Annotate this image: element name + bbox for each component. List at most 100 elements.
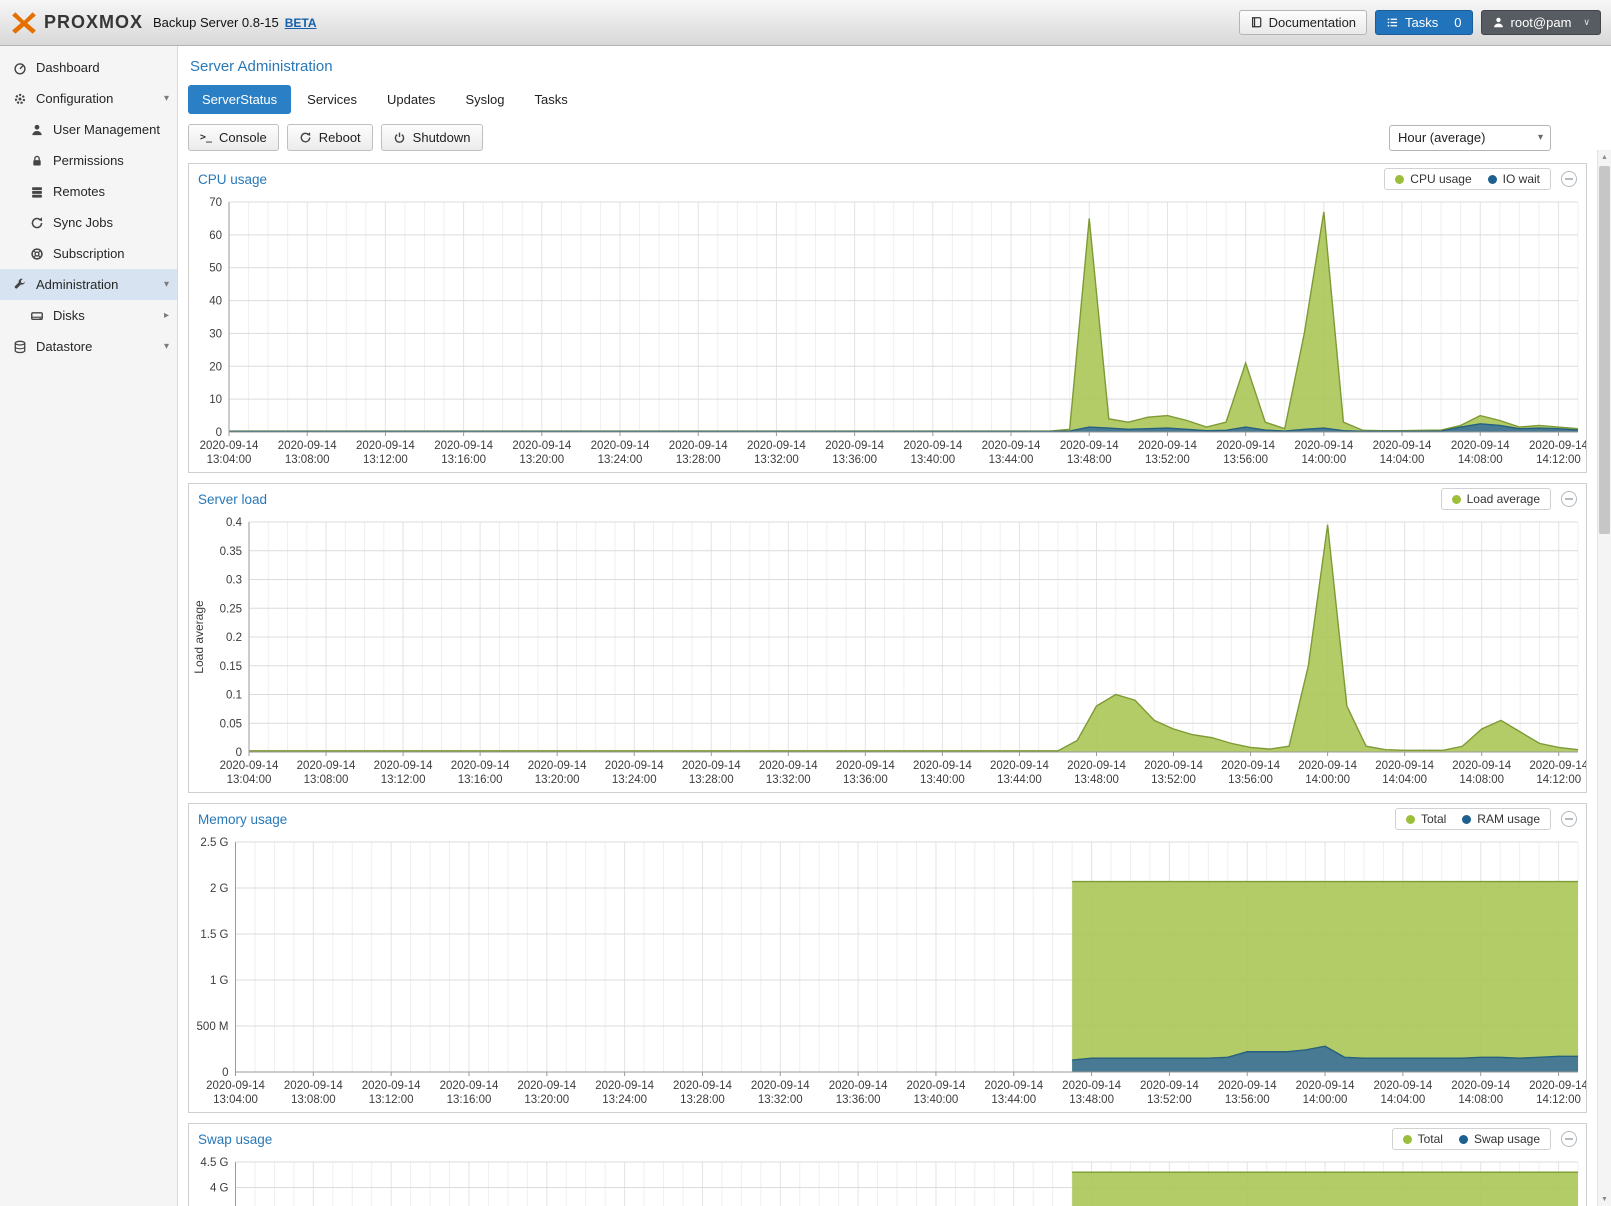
page-title: Server Administration (190, 58, 1587, 75)
svg-text:14:04:00: 14:04:00 (1381, 1094, 1426, 1106)
vertical-scrollbar[interactable]: ▲ ▼ (1597, 150, 1611, 1206)
chevron-down-icon[interactable]: ▾ (164, 93, 169, 104)
legend-item[interactable]: CPU usage (1395, 172, 1471, 186)
svg-text:2020-09-14: 2020-09-14 (374, 760, 433, 772)
panel-title: CPU usage (198, 172, 267, 187)
chart-legend: Load average (1441, 488, 1551, 510)
svg-text:13:52:00: 13:52:00 (1147, 1094, 1192, 1106)
chevron-down-icon[interactable]: ▾ (164, 279, 169, 290)
console-button[interactable]: >_ Console (188, 124, 279, 151)
lifebuoy-icon (29, 246, 45, 262)
sidebar-item-remotes[interactable]: Remotes (0, 176, 177, 207)
svg-text:0: 0 (222, 1067, 228, 1079)
chevron-down-icon[interactable]: ▾ (164, 341, 169, 352)
reboot-button[interactable]: Reboot (287, 124, 373, 151)
svg-text:2020-09-14: 2020-09-14 (605, 760, 664, 772)
sidebar-item-label: Sync Jobs (53, 215, 113, 230)
svg-text:13:40:00: 13:40:00 (920, 774, 965, 786)
sidebar-item-user-management[interactable]: User Management (0, 114, 177, 145)
tab-syslog[interactable]: Syslog (451, 85, 518, 114)
svg-text:13:24:00: 13:24:00 (612, 774, 657, 786)
tab-updates[interactable]: Updates (373, 85, 449, 114)
legend-item[interactable]: Total (1406, 812, 1446, 826)
shutdown-button[interactable]: Shutdown (381, 124, 483, 151)
legend-item[interactable]: Swap usage (1459, 1132, 1540, 1146)
tasks-count-badge: 0 (1454, 15, 1461, 30)
user-label: root@pam (1511, 15, 1572, 30)
svg-text:13:16:00: 13:16:00 (458, 774, 503, 786)
sidebar-item-datastore[interactable]: Datastore ▾ (0, 331, 177, 362)
tasks-button[interactable]: Tasks 0 (1375, 10, 1472, 35)
svg-text:13:56:00: 13:56:00 (1223, 454, 1268, 466)
disk-icon (29, 308, 45, 324)
sidebar-item-label: Administration (36, 277, 118, 292)
svg-text:4 G: 4 G (210, 1183, 229, 1195)
scroll-up-arrow[interactable]: ▲ (1598, 150, 1611, 164)
tab-serverstatus[interactable]: ServerStatus (188, 85, 291, 114)
svg-text:13:52:00: 13:52:00 (1145, 454, 1190, 466)
scroll-down-arrow[interactable]: ▼ (1598, 1192, 1611, 1206)
legend-label: Total (1421, 812, 1446, 826)
chart-legend: Total RAM usage (1395, 808, 1551, 830)
app-header: PROXMOX Backup Server 0.8-15 BETA Docume… (0, 0, 1611, 46)
svg-text:2020-09-14: 2020-09-14 (682, 760, 741, 772)
sidebar-item-permissions[interactable]: Permissions (0, 145, 177, 176)
collapse-icon[interactable] (1561, 171, 1577, 187)
sync-icon (29, 215, 45, 231)
book-icon (1250, 16, 1263, 29)
console-icon: >_ (200, 132, 212, 143)
svg-text:30: 30 (209, 328, 222, 340)
svg-text:2020-09-14: 2020-09-14 (1144, 760, 1203, 772)
chevron-right-icon[interactable]: ▸ (164, 310, 169, 321)
collapse-icon[interactable] (1561, 1131, 1577, 1147)
sidebar-item-subscription[interactable]: Subscription (0, 238, 177, 269)
legend-item[interactable]: Load average (1452, 492, 1540, 506)
svg-text:2020-09-14: 2020-09-14 (1067, 760, 1126, 772)
svg-text:13:04:00: 13:04:00 (227, 774, 272, 786)
sidebar-item-configuration[interactable]: Configuration ▾ (0, 83, 177, 114)
legend-item[interactable]: RAM usage (1462, 812, 1540, 826)
tab-services[interactable]: Services (293, 85, 371, 114)
svg-text:13:40:00: 13:40:00 (910, 454, 955, 466)
documentation-button[interactable]: Documentation (1239, 10, 1367, 35)
svg-text:14:08:00: 14:08:00 (1459, 774, 1504, 786)
svg-text:2020-09-14: 2020-09-14 (1140, 1080, 1199, 1092)
tab-bar: ServerStatus Services Updates Syslog Tas… (188, 85, 1587, 114)
panel-server-load: Server load Load average 00.050.10.150.2… (188, 483, 1587, 793)
legend-label: IO wait (1503, 172, 1540, 186)
svg-text:2020-09-14: 2020-09-14 (747, 440, 806, 452)
svg-text:13:20:00: 13:20:00 (524, 1094, 569, 1106)
legend-item[interactable]: IO wait (1488, 172, 1540, 186)
collapse-icon[interactable] (1561, 811, 1577, 827)
tab-tasks[interactable]: Tasks (520, 85, 581, 114)
svg-text:13:40:00: 13:40:00 (914, 1094, 959, 1106)
svg-text:70: 70 (209, 197, 222, 209)
sidebar-item-label: Dashboard (36, 60, 100, 75)
svg-text:2020-09-14: 2020-09-14 (1529, 760, 1586, 772)
chart-canvas: 0500 M1 G1.5 G2 G2.5 G2020-09-1413:04:00… (189, 834, 1586, 1112)
legend-dot (1452, 495, 1461, 504)
svg-text:14:00:00: 14:00:00 (1301, 454, 1346, 466)
sidebar-item-administration[interactable]: Administration ▾ (0, 269, 177, 300)
collapse-icon[interactable] (1561, 491, 1577, 507)
svg-text:2020-09-14: 2020-09-14 (1373, 440, 1432, 452)
svg-text:2020-09-14: 2020-09-14 (512, 440, 571, 452)
svg-text:13:32:00: 13:32:00 (758, 1094, 803, 1106)
scrollbar-thumb[interactable] (1599, 166, 1610, 534)
chart-legend: CPU usage IO wait (1384, 168, 1551, 190)
legend-item[interactable]: Total (1403, 1132, 1443, 1146)
svg-text:10: 10 (209, 394, 222, 406)
sidebar-item-sync-jobs[interactable]: Sync Jobs (0, 207, 177, 238)
sidebar-item-dashboard[interactable]: Dashboard (0, 52, 177, 83)
svg-text:13:36:00: 13:36:00 (832, 454, 877, 466)
chart-canvas: 0102030405060702020-09-1413:04:002020-09… (189, 194, 1586, 472)
svg-text:0.2: 0.2 (226, 632, 242, 644)
user-menu-button[interactable]: root@pam ∨ (1481, 10, 1601, 35)
shutdown-label: Shutdown (413, 130, 471, 145)
timeframe-select[interactable]: Hour (average) ▾ (1389, 125, 1551, 151)
svg-text:14:04:00: 14:04:00 (1382, 774, 1427, 786)
sidebar-item-disks[interactable]: Disks ▸ (0, 300, 177, 331)
svg-text:50: 50 (209, 263, 222, 275)
svg-text:13:32:00: 13:32:00 (766, 774, 811, 786)
beta-link[interactable]: BETA (285, 16, 317, 30)
